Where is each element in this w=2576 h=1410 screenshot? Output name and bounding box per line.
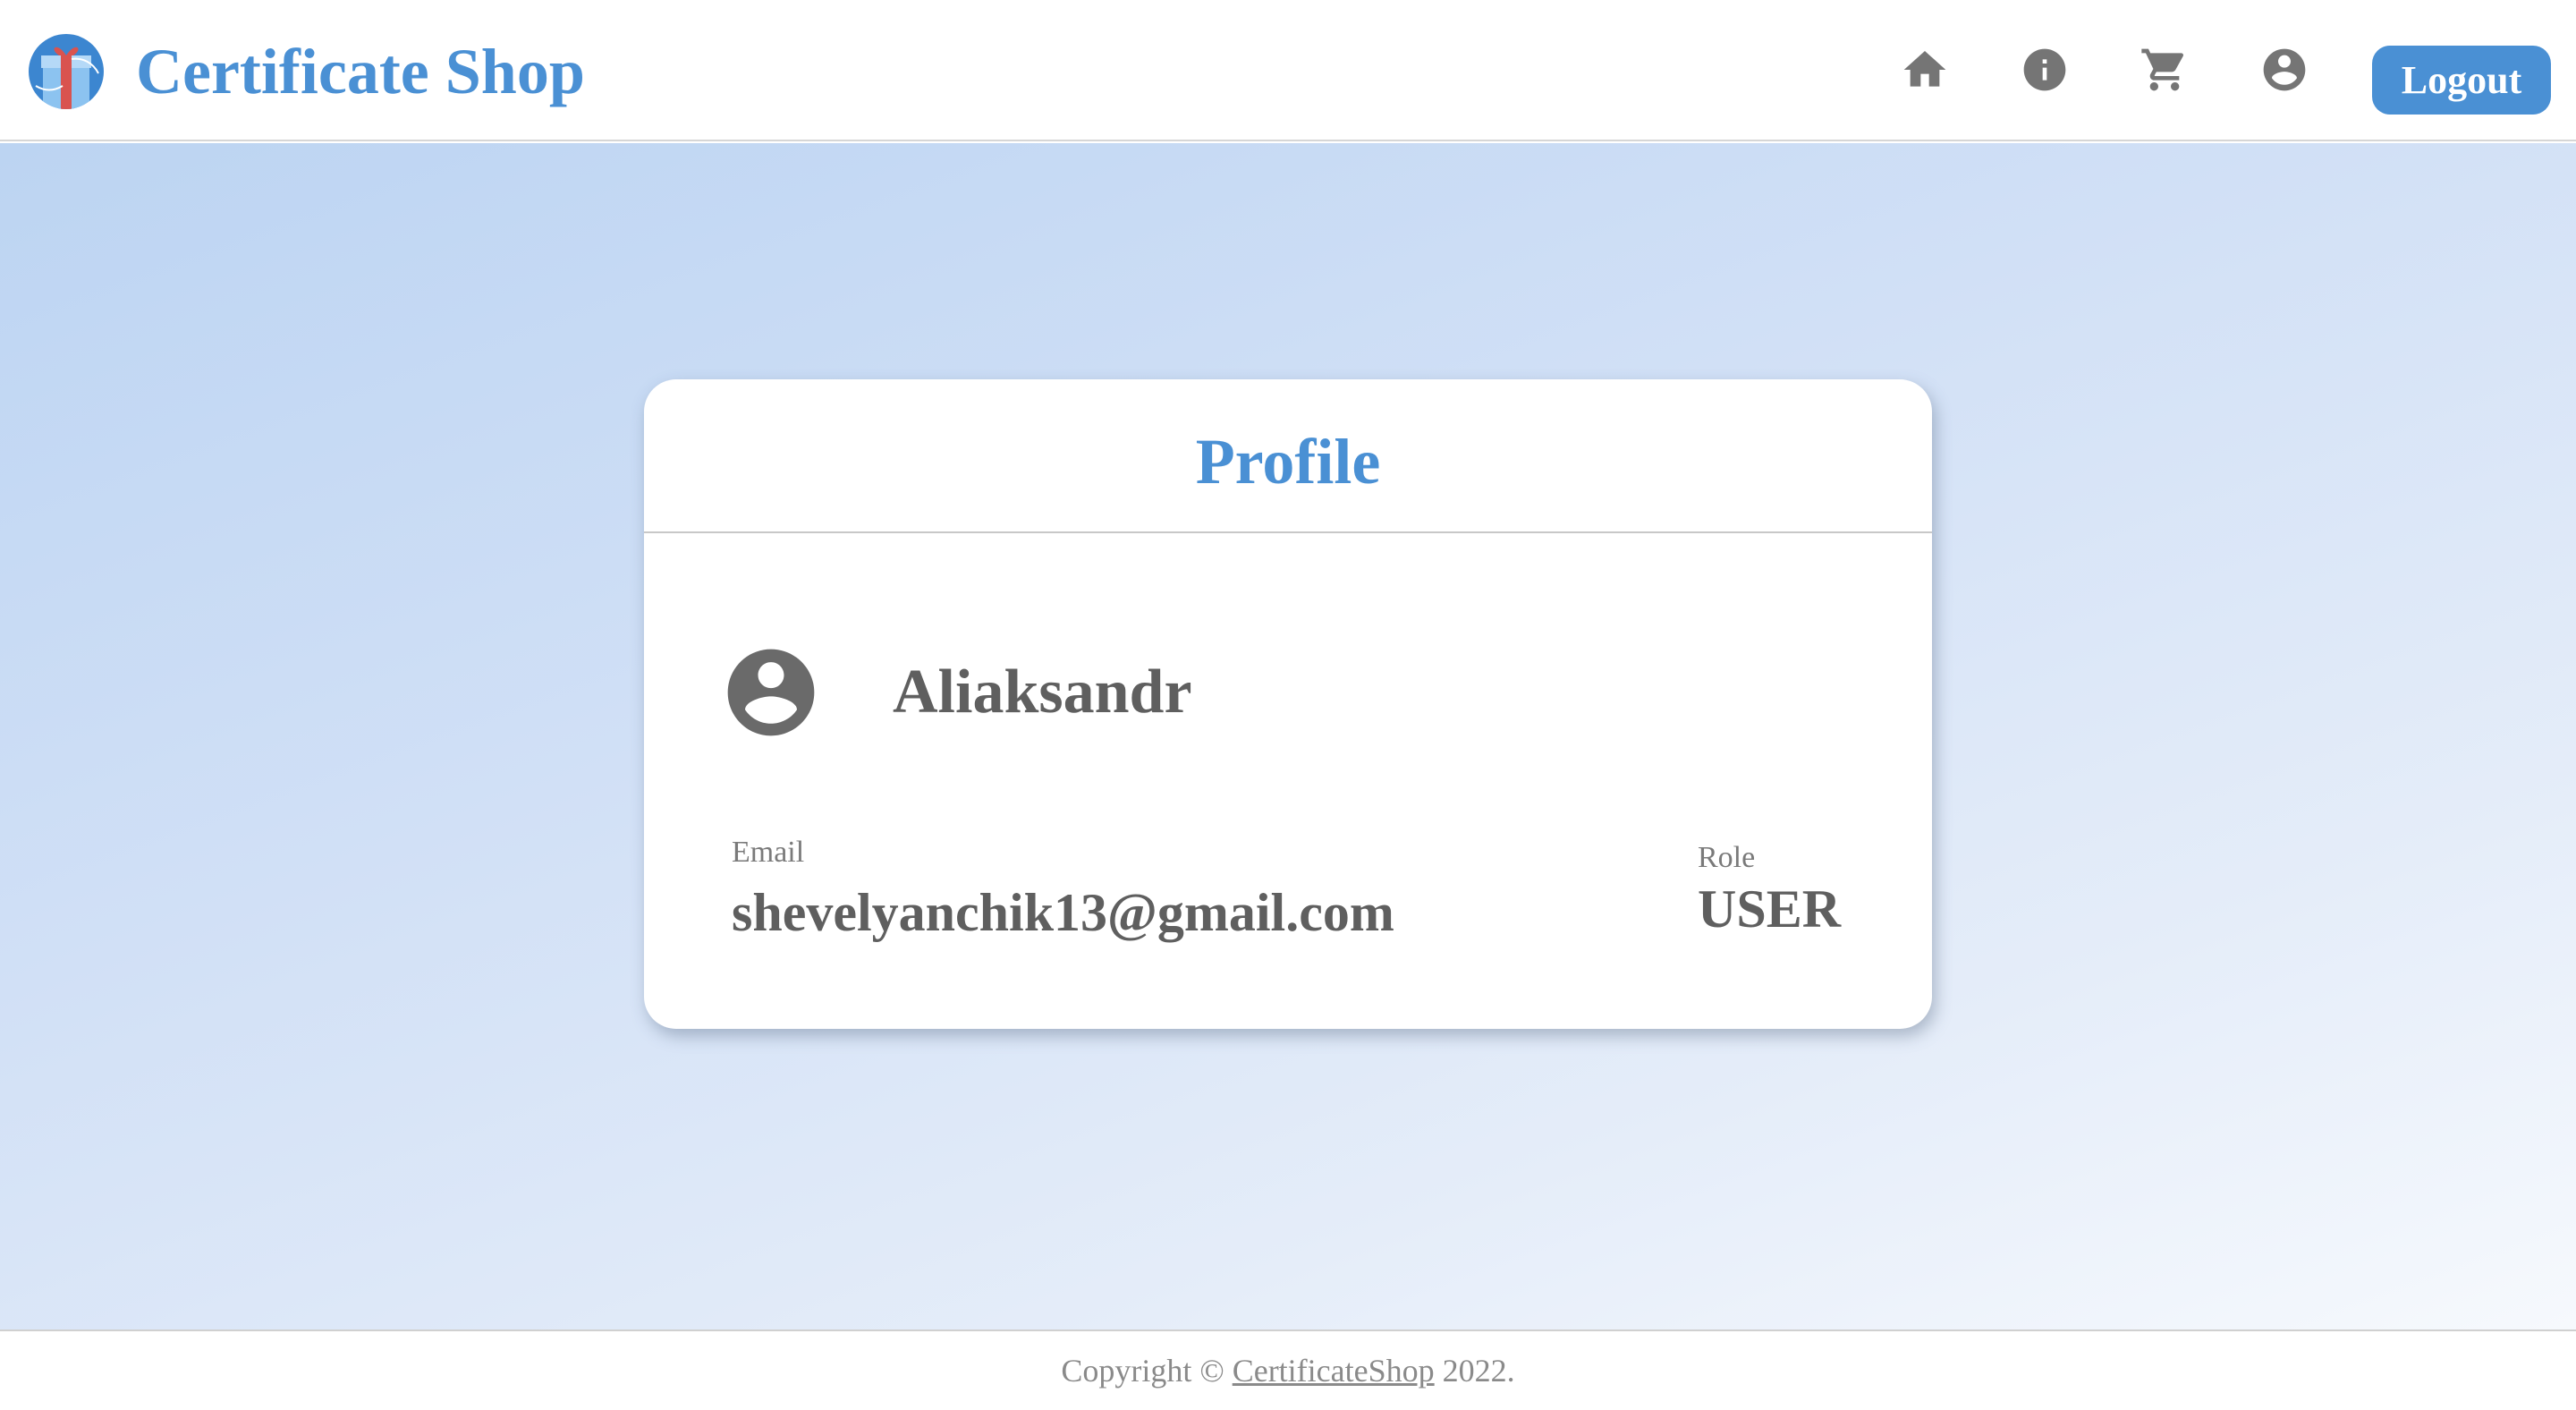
copyright-prefix: Copyright © [1061, 1353, 1224, 1389]
top-navbar: Certificate Shop Logout [0, 0, 2576, 141]
profile-card-header: Profile [644, 379, 1932, 533]
username: Aliaksandr [893, 658, 1192, 726]
main-content: Profile Aliaksandr Email shevelyanchik13… [0, 143, 2576, 1329]
account-circle-icon[interactable] [2258, 43, 2311, 97]
logout-button[interactable]: Logout [2372, 46, 2551, 115]
brand-title: Certificate Shop [136, 36, 585, 107]
user-row: Aliaksandr [719, 641, 1192, 744]
brand[interactable]: Certificate Shop [27, 27, 585, 116]
info-icon[interactable] [2018, 43, 2072, 97]
avatar-icon [719, 641, 823, 744]
role-value: USER [1698, 879, 1842, 939]
gift-box-logo-icon [27, 32, 106, 111]
role-label: Role [1698, 841, 1756, 874]
email-value: shevelyanchik13@gmail.com [732, 883, 1394, 942]
cart-icon[interactable] [2138, 43, 2191, 97]
profile-card: Profile Aliaksandr Email shevelyanchik13… [644, 379, 1932, 1029]
page-title: Profile [1195, 425, 1381, 497]
footer-brand-link[interactable]: CertificateShop [1233, 1352, 1435, 1389]
home-icon[interactable] [1898, 43, 1952, 97]
email-label: Email [732, 836, 805, 869]
copyright-year: 2022. [1442, 1353, 1515, 1389]
footer: Copyright © CertificateShop 2022. [0, 1329, 2576, 1410]
